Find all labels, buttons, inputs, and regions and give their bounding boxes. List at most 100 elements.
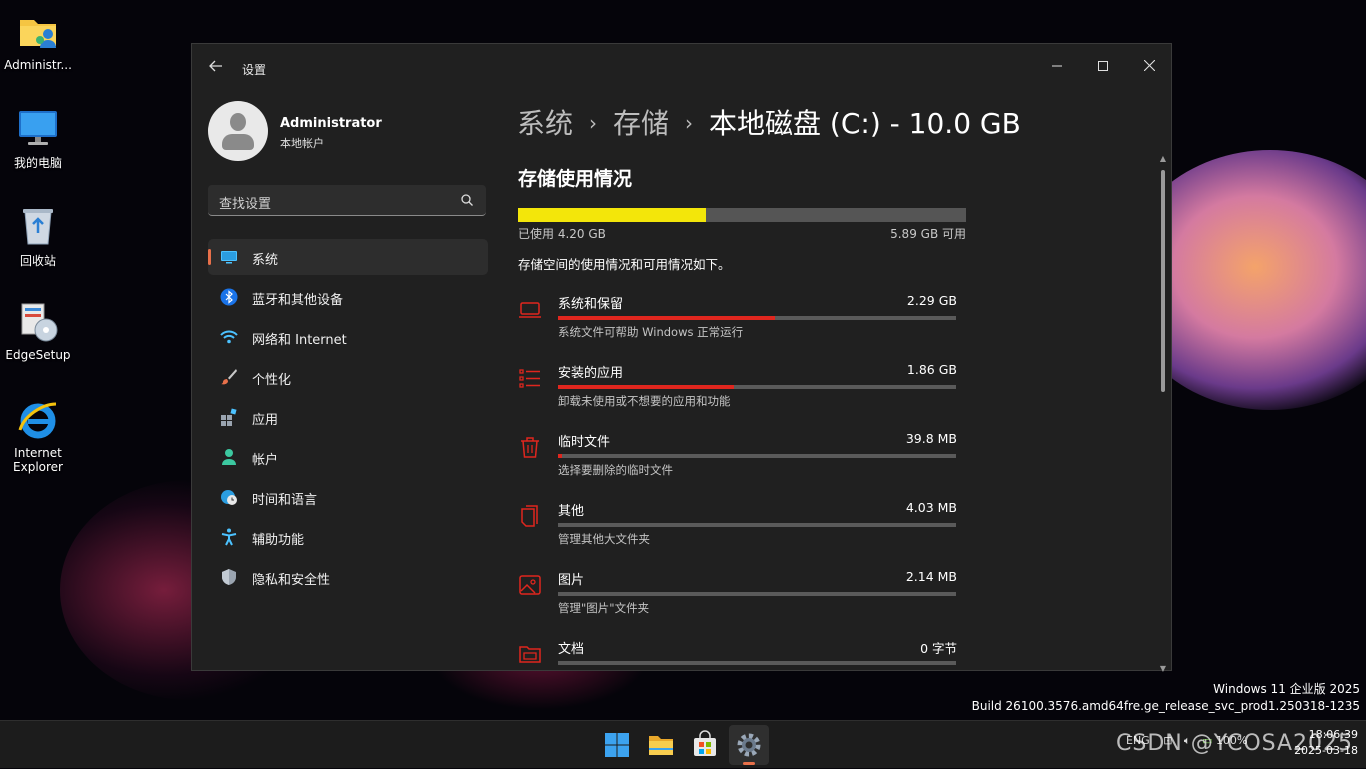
used-space-label: 已使用 4.20 GB [518,227,606,241]
minimize-icon [1052,65,1062,67]
category-size: 2.29 GB [906,293,957,308]
category-temp-files[interactable]: 临时文件 39.8 MB 选择要删除的临时文件 [517,431,967,491]
trash-icon [521,437,539,458]
laptop-icon [519,302,541,318]
desktop-icon-recycle-bin[interactable]: 回收站 [2,204,74,269]
category-name: 系统和保留 [558,297,624,312]
breadcrumb: 系统 › 存储 › 本地磁盘 (C:) - 10.0 GB [517,102,1021,142]
desktop-icon-label: 我的电脑 [13,156,62,170]
category-documents[interactable]: 文档 0 字节 [517,638,967,670]
content-scrollbar[interactable]: ▲ ▼ [1158,154,1168,674]
category-pictures[interactable]: 图片 2.14 MB 管理"图片"文件夹 [517,569,967,629]
scroll-down-arrow-icon[interactable]: ▼ [1158,664,1168,674]
sidebar-item-system[interactable]: 系统 [208,239,488,275]
sidebar-item-label: 网络和 Internet [252,333,347,348]
folder-icon [649,736,673,755]
nav-list: 系统 蓝牙和其他设备 网络和 Internet 个性化 应用 帐户 时间和语言 … [208,239,488,599]
close-icon [1143,59,1155,72]
apps-icon [221,408,237,426]
category-description: 系统文件可帮助 Windows 正常运行 [558,325,744,339]
sidebar-item-apps[interactable]: 应用 [208,399,488,435]
desktop-icon-label: Administr... [4,58,72,72]
search-placeholder: 查找设置 [219,197,272,212]
avatar[interactable] [208,101,268,161]
account-name: Administrator [280,116,382,131]
watermark-edition: Windows 11 企业版 2025 [1213,682,1360,696]
scroll-up-arrow-icon[interactable]: ▲ [1158,154,1168,164]
windows-logo-icon [605,733,629,757]
storage-usage-bar-fill [518,208,707,222]
category-name: 临时文件 [558,435,611,450]
taskbar-file-explorer[interactable] [641,725,681,765]
wifi-icon [220,330,238,344]
store-icon [694,730,716,756]
sidebar-item-accounts[interactable]: 帐户 [208,439,488,475]
free-space-label: 5.89 GB 可用 [890,227,966,241]
taskbar-settings[interactable] [729,725,769,765]
category-size: 39.8 MB [905,431,957,446]
search-input[interactable]: 查找设置 [208,185,486,216]
sidebar-item-label: 个性化 [252,373,292,388]
sidebar-item-label: 帐户 [252,453,279,468]
computer-icon [16,106,60,150]
search-icon[interactable] [460,193,474,207]
title-bar[interactable]: 设置 [192,44,1171,80]
shield-icon [222,569,236,585]
minimize-button[interactable] [1034,52,1080,82]
storage-usage-bar [518,208,966,222]
sidebar-item-network[interactable]: 网络和 Internet [208,319,488,355]
sidebar-item-bluetooth[interactable]: 蓝牙和其他设备 [208,279,488,315]
start-button[interactable] [597,725,637,765]
category-size: 0 字节 [920,641,957,656]
watermark-build: Build 26100.3576.amd64fre.ge_release_svc… [971,699,1360,713]
category-bar-fill [558,454,562,458]
breadcrumb-system[interactable]: 系统 [517,107,573,140]
gear-icon [737,733,761,757]
category-description: 管理"图片"文件夹 [558,601,650,615]
desktop-icon-my-computer[interactable]: 我的电脑 [2,106,74,171]
category-name: 图片 [558,573,585,588]
desktop-icon-label: EdgeSetup [5,348,71,362]
storage-description: 存储空间的使用情况和可用情况如下。 [518,257,731,272]
taskbar-store[interactable] [685,725,725,765]
category-size: 4.03 MB [905,500,957,515]
sidebar-item-accessibility[interactable]: 辅助功能 [208,519,488,555]
scrollbar-thumb[interactable] [1161,170,1165,392]
breadcrumb-storage[interactable]: 存储 [613,107,669,140]
setup-installer-icon [16,300,60,344]
category-description: 管理其他大文件夹 [558,532,650,546]
settings-window: 设置 Administrator 本地帐户 查找设置 系统 蓝牙和其他设备 网络… [191,43,1172,674]
category-bar-fill [558,316,775,320]
desktop-icon-internet-explorer[interactable]: Internet Explorer [2,398,74,474]
back-button[interactable] [204,58,228,78]
maximize-icon [1098,61,1108,71]
back-arrow-icon [209,60,222,72]
paintbrush-icon [221,369,237,385]
category-other[interactable]: 其他 4.03 MB 管理其他大文件夹 [517,500,967,560]
category-installed-apps[interactable]: 安装的应用 1.86 GB 卸载未使用或不想要的应用和功能 [517,362,967,422]
globe-clock-icon [221,490,237,505]
maximize-button[interactable] [1080,52,1126,82]
sidebar-item-time-language[interactable]: 时间和语言 [208,479,488,515]
bluetooth-icon [220,288,238,306]
breadcrumb-separator: › [589,111,598,135]
close-button[interactable] [1126,52,1172,82]
section-title: 存储使用情况 [518,168,633,190]
category-bar-fill [558,385,735,389]
sidebar-item-privacy-security[interactable]: 隐私和安全性 [208,559,488,595]
category-bar [558,592,956,596]
image-icon [519,575,541,595]
sidebar-item-label: 应用 [252,413,279,428]
desktop-icon-administrator[interactable]: Administr... [2,10,74,72]
sidebar-item-label: 时间和语言 [252,493,318,508]
sidebar-item-label: 蓝牙和其他设备 [252,293,344,308]
file-copy-icon [521,505,538,527]
accessibility-icon [221,528,237,546]
desktop-icon-edgesetup[interactable]: EdgeSetup [2,300,74,362]
category-description: 选择要删除的临时文件 [558,463,673,477]
category-size: 2.14 MB [905,569,957,584]
category-system-reserved[interactable]: 系统和保留 2.29 GB 系统文件可帮助 Windows 正常运行 [517,293,967,353]
sidebar-item-personalization[interactable]: 个性化 [208,359,488,395]
os-watermark: Windows 11 企业版 2025 Build 26100.3576.amd… [972,681,1360,715]
taskbar: ENG ⊡ 🔈︎ ▭ 100% 18:06:39 2025-03-18 CSDN… [0,720,1366,768]
